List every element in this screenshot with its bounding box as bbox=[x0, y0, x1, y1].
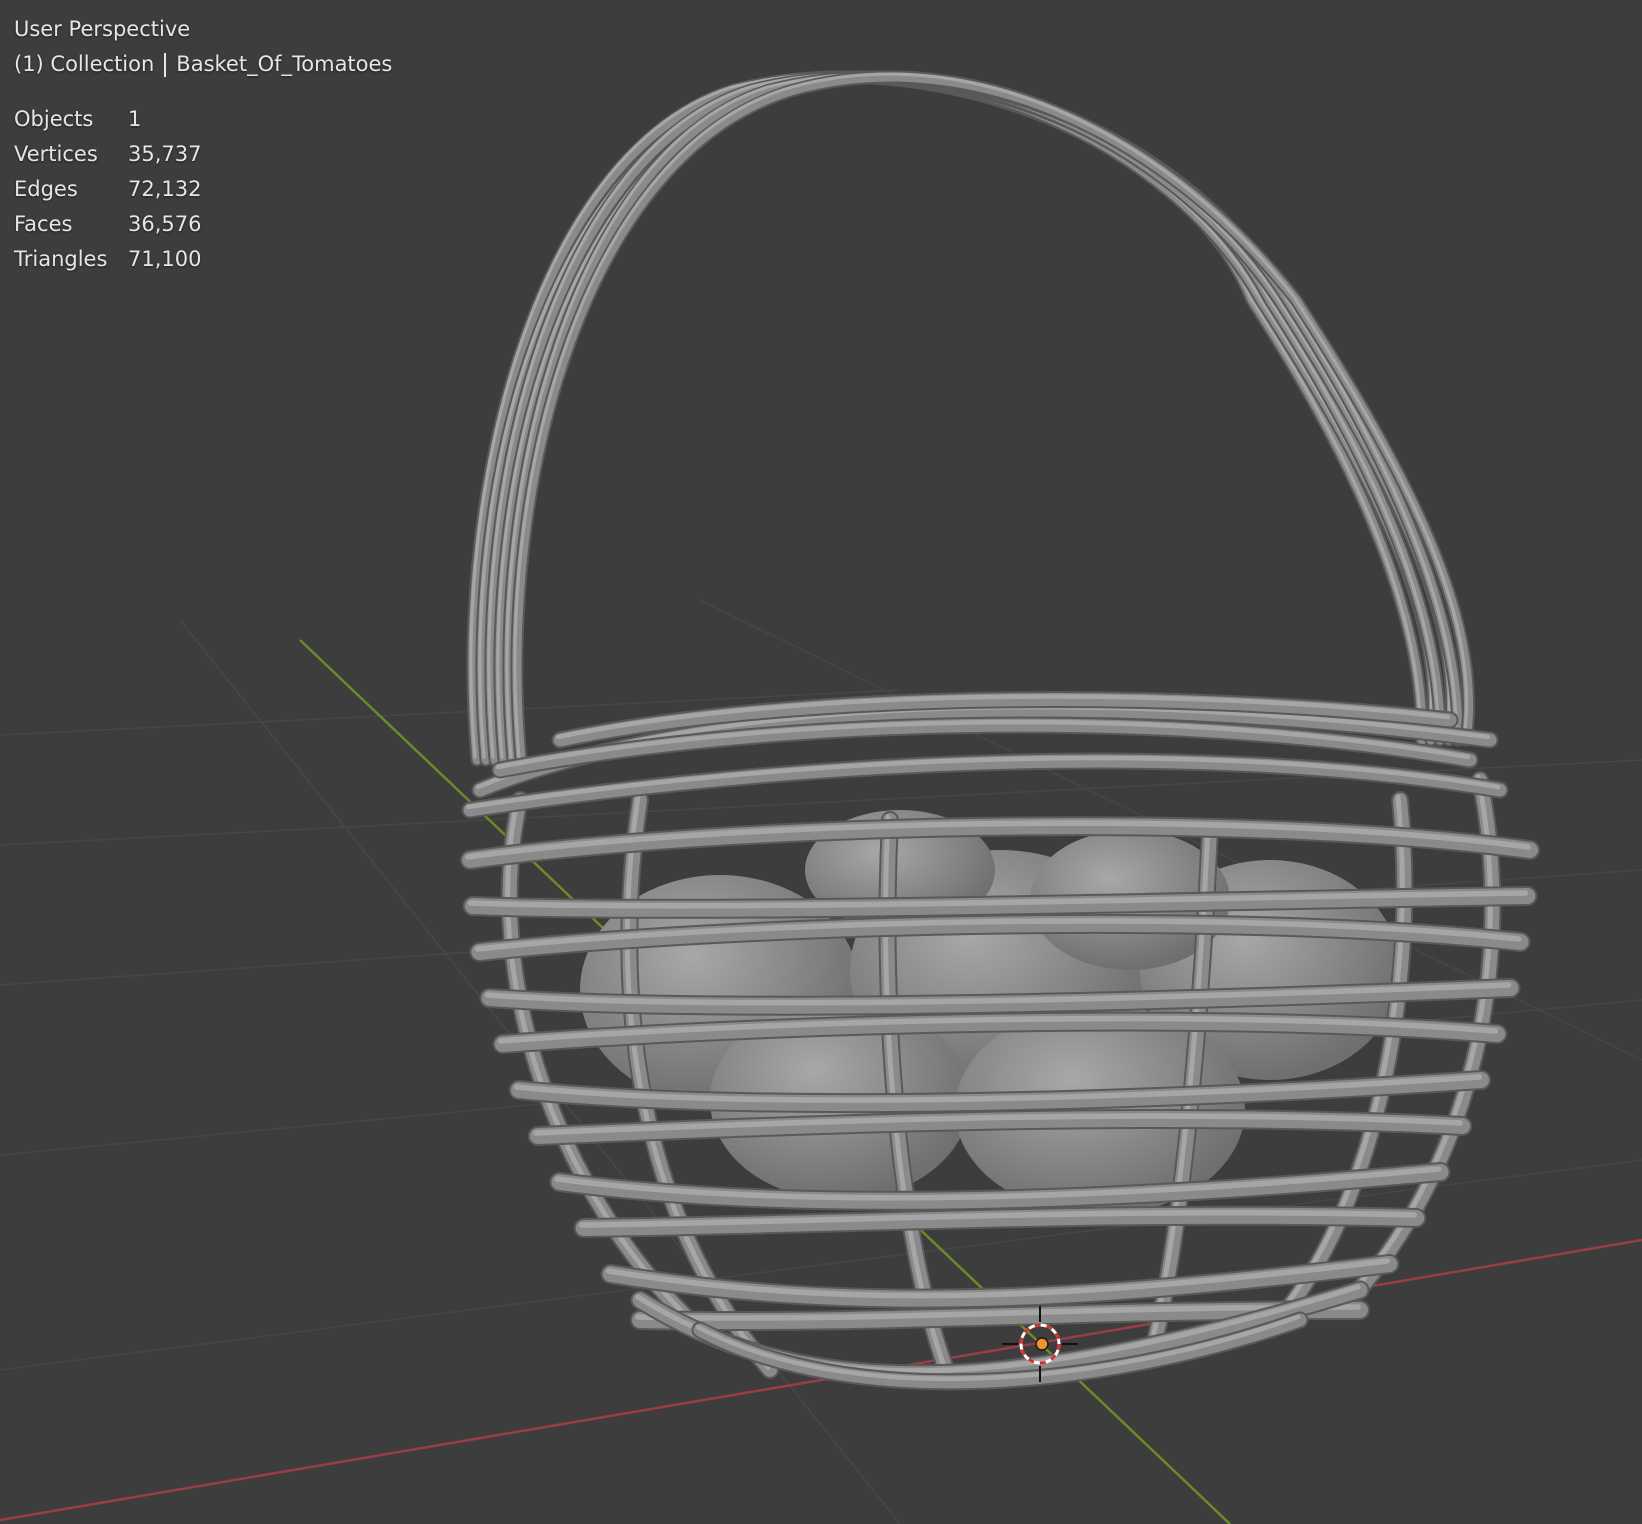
x-axis-line bbox=[0, 1238, 1642, 1522]
collection-line: (1) Collection Basket_Of_Tomatoes bbox=[14, 47, 392, 82]
stat-label: Vertices bbox=[14, 142, 98, 166]
wicker-strand bbox=[468, 72, 1427, 765]
stat-value: 71,100 bbox=[128, 247, 202, 271]
separator bbox=[164, 52, 167, 77]
view-name: User Perspective bbox=[14, 17, 191, 41]
collection-label: (1) Collection bbox=[14, 52, 155, 76]
wicker-strand bbox=[486, 72, 1445, 765]
active-object-name: Basket_Of_Tomatoes bbox=[176, 52, 393, 76]
3d-viewport[interactable]: User Perspective (1) Collection Basket_O… bbox=[0, 0, 1642, 1524]
object-origin-icon bbox=[1035, 1337, 1049, 1351]
stat-row: Edges 72,132 bbox=[14, 172, 392, 207]
stat-row: Vertices 35,737 bbox=[14, 137, 392, 172]
stat-value: 1 bbox=[128, 107, 142, 131]
viewport-info-overlay: User Perspective (1) Collection Basket_O… bbox=[14, 12, 392, 277]
scene-statistics: Objects 1 Vertices 35,737 Edges 72,132 F… bbox=[14, 102, 392, 277]
stat-row: Faces 36,576 bbox=[14, 207, 392, 242]
stat-label: Edges bbox=[14, 177, 78, 201]
basket-mesh[interactable] bbox=[460, 70, 1540, 1391]
stat-value: 35,737 bbox=[128, 142, 202, 166]
stat-row: Objects 1 bbox=[14, 102, 392, 137]
stat-value: 72,132 bbox=[128, 177, 202, 201]
stat-row: Triangles 71,100 bbox=[14, 242, 392, 277]
stat-value: 36,576 bbox=[128, 212, 202, 236]
stat-label: Faces bbox=[14, 212, 73, 236]
stat-label: Triangles bbox=[14, 247, 108, 271]
stat-label: Objects bbox=[14, 107, 94, 131]
